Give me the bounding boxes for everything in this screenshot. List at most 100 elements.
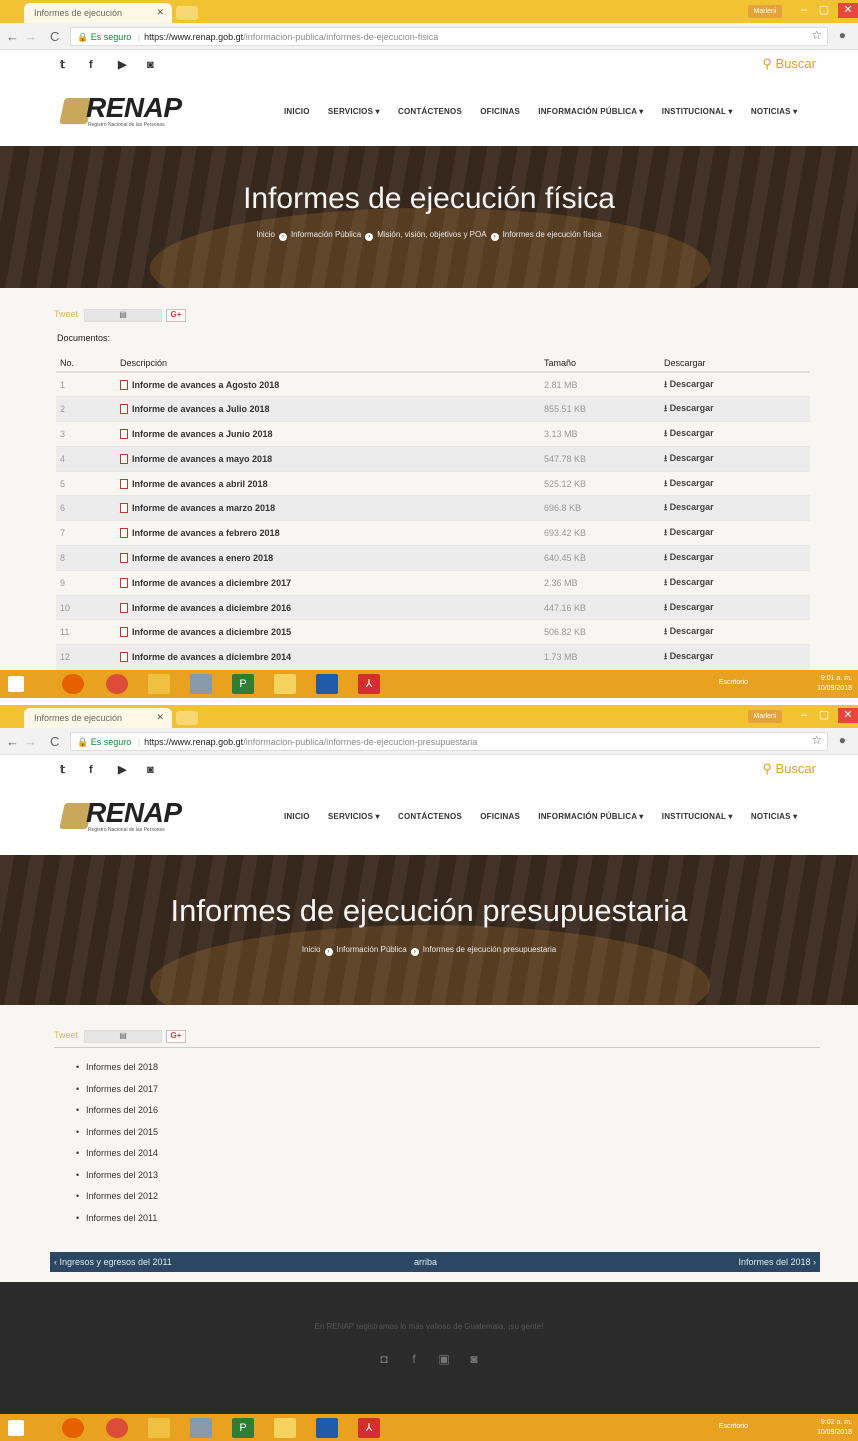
download-link[interactable]: ⭳ Descargar (660, 421, 810, 447)
document-link[interactable]: Informe de avances a Junio 2018 (116, 421, 540, 447)
youtube-icon[interactable]: ▣ (429, 1352, 459, 1366)
document-link[interactable]: Informe de avances a diciembre 2014 (116, 644, 540, 670)
chrome-icon[interactable] (106, 674, 128, 694)
document-link[interactable]: Informe de avances a diciembre 2015 (116, 619, 540, 645)
download-link[interactable]: ⭳ Descargar (660, 569, 810, 596)
remote-desktop-icon[interactable] (316, 674, 338, 694)
reload-icon[interactable]: C (50, 734, 59, 749)
system-clock[interactable]: 9:01 a. m. 10/09/2018 (817, 674, 852, 694)
outlook-icon[interactable] (148, 674, 170, 694)
list-item[interactable]: Informes del 2015 (76, 1127, 158, 1149)
bookmark-star-icon[interactable]: ☆ (811, 733, 822, 747)
folder-icon[interactable] (274, 674, 296, 694)
network-icon[interactable] (190, 674, 212, 694)
renap-logo[interactable]: RENAP Registro Nacional de las Personas (59, 92, 202, 132)
facebook-share-button[interactable]: ▤ (84, 309, 162, 322)
download-link[interactable]: ⭳ Descargar (660, 619, 810, 645)
maximize-icon[interactable]: ▢ (814, 708, 834, 723)
list-item[interactable]: Informes del 2014 (76, 1148, 158, 1170)
renap-logo[interactable]: RENAP Registro Nacional de las Personas (59, 797, 202, 837)
firefox-icon[interactable] (62, 1418, 84, 1438)
list-item[interactable]: Informes del 2013 (76, 1170, 158, 1192)
bookmark-star-icon[interactable]: ☆ (811, 28, 822, 42)
document-link[interactable]: Informe de avances a marzo 2018 (116, 495, 540, 521)
network-icon[interactable] (190, 1418, 212, 1438)
menu-institucional[interactable]: INSTITUCIONAL ▾ (662, 812, 733, 821)
reload-icon[interactable]: C (50, 29, 59, 44)
system-clock[interactable]: 9:02 a. m. 10/09/2018 (817, 1418, 852, 1438)
list-item[interactable]: Informes del 2011 (76, 1213, 158, 1235)
document-link[interactable]: Informe de avances a Julio 2018 (116, 396, 540, 422)
download-link[interactable]: ⭳ Descargar (660, 371, 810, 397)
instagram-icon[interactable]: ◙ (459, 1352, 489, 1366)
breadcrumb-inicio[interactable]: Inicio (302, 945, 321, 954)
profile-button[interactable]: Marleni (748, 5, 782, 18)
menu-inicio[interactable]: INICIO (284, 812, 310, 821)
pager-prev-link[interactable]: ‹ Ingresos y egresos del 2011 (54, 1257, 172, 1267)
back-icon[interactable]: ← (6, 29, 19, 44)
tweet-button[interactable]: Tweet (54, 309, 78, 319)
menu-contactenos[interactable]: CONTÁCTENOS (398, 812, 462, 821)
twitter-icon[interactable]: 𝕥 (60, 58, 89, 71)
download-link[interactable]: ⭳ Descargar (660, 396, 810, 422)
twitter-icon[interactable]: 𝕥 (60, 763, 89, 776)
menu-contactenos[interactable]: CONTÁCTENOS (398, 107, 462, 116)
document-link[interactable]: Informe de avances a abril 2018 (116, 470, 540, 496)
firefox-icon[interactable] (62, 674, 84, 694)
forward-icon[interactable]: → (24, 734, 37, 749)
close-window-icon[interactable]: ✕ (838, 3, 858, 18)
profile-button[interactable]: Marleni (748, 710, 782, 723)
acrobat-icon[interactable]: ⅄ (358, 1418, 380, 1438)
list-item[interactable]: Informes del 2018 (76, 1062, 158, 1084)
menu-institucional[interactable]: INSTITUCIONAL ▾ (662, 107, 733, 116)
instagram-icon[interactable]: ◙ (147, 764, 176, 776)
tab-close-icon[interactable]: ✕ (156, 712, 164, 723)
windows-start-icon[interactable] (8, 676, 24, 692)
list-item[interactable]: Informes del 2016 (76, 1105, 158, 1127)
tweet-button[interactable]: Tweet (54, 1030, 78, 1040)
back-icon[interactable]: ← (6, 734, 19, 749)
document-link[interactable]: Informe de avances a diciembre 2016 (116, 594, 540, 620)
close-window-icon[interactable]: ✕ (838, 708, 858, 723)
menu-inicio[interactable]: INICIO (284, 107, 310, 116)
new-tab-button[interactable] (176, 711, 198, 725)
outlook-icon[interactable] (148, 1418, 170, 1438)
project-icon[interactable]: P (232, 1418, 254, 1438)
instagram-icon[interactable]: ◙ (147, 59, 176, 71)
list-item[interactable]: Informes del 2017 (76, 1084, 158, 1106)
facebook-icon[interactable]: f (89, 59, 118, 71)
menu-oficinas[interactable]: OFICINAS (480, 107, 520, 116)
acrobat-icon[interactable]: ⅄ (358, 674, 380, 694)
remote-desktop-icon[interactable] (316, 1418, 338, 1438)
project-icon[interactable]: P (232, 674, 254, 694)
document-link[interactable]: Informe de avances a Agosto 2018 (116, 371, 540, 397)
download-link[interactable]: ⭳ Descargar (660, 445, 810, 472)
gplus-button[interactable]: G+ (166, 1030, 186, 1043)
download-link[interactable]: ⭳ Descargar (660, 520, 810, 546)
menu-servicios[interactable]: SERVICIOS ▾ (328, 107, 380, 116)
menu-oficinas[interactable]: OFICINAS (480, 812, 520, 821)
document-link[interactable]: Informe de avances a mayo 2018 (116, 445, 540, 472)
document-link[interactable]: Informe de avances a febrero 2018 (116, 520, 540, 546)
facebook-icon[interactable]: f (89, 764, 118, 776)
minimize-icon[interactable]: – (794, 708, 814, 723)
maximize-icon[interactable]: ▢ (814, 3, 834, 18)
new-tab-button[interactable] (176, 6, 198, 20)
browser-tab[interactable]: Informes de ejecución ✕ (24, 708, 172, 728)
youtube-icon[interactable]: ▶ (118, 58, 147, 71)
folder-icon[interactable] (274, 1418, 296, 1438)
tab-close-icon[interactable]: ✕ (156, 7, 164, 18)
desktop-toolbar-label[interactable]: Escritorio (719, 1423, 748, 1430)
search-link[interactable]: ⚲ Buscar (762, 56, 816, 72)
menu-noticias[interactable]: NOTICIAS ▾ (751, 107, 797, 116)
document-link[interactable]: Informe de avances a enero 2018 (116, 545, 540, 571)
desktop-toolbar-label[interactable]: Escritorio (719, 679, 748, 686)
extension-icon[interactable]: ● (839, 28, 846, 42)
twitter-icon[interactable]: ◘ (369, 1352, 399, 1366)
pager-up-link[interactable]: arriba (414, 1257, 437, 1267)
gplus-button[interactable]: G+ (166, 309, 186, 322)
menu-informacion-publica[interactable]: INFORMACIÓN PÚBLICA ▾ (538, 812, 643, 821)
download-link[interactable]: ⭳ Descargar (660, 470, 810, 496)
menu-servicios[interactable]: SERVICIOS ▾ (328, 812, 380, 821)
youtube-icon[interactable]: ▶ (118, 763, 147, 776)
